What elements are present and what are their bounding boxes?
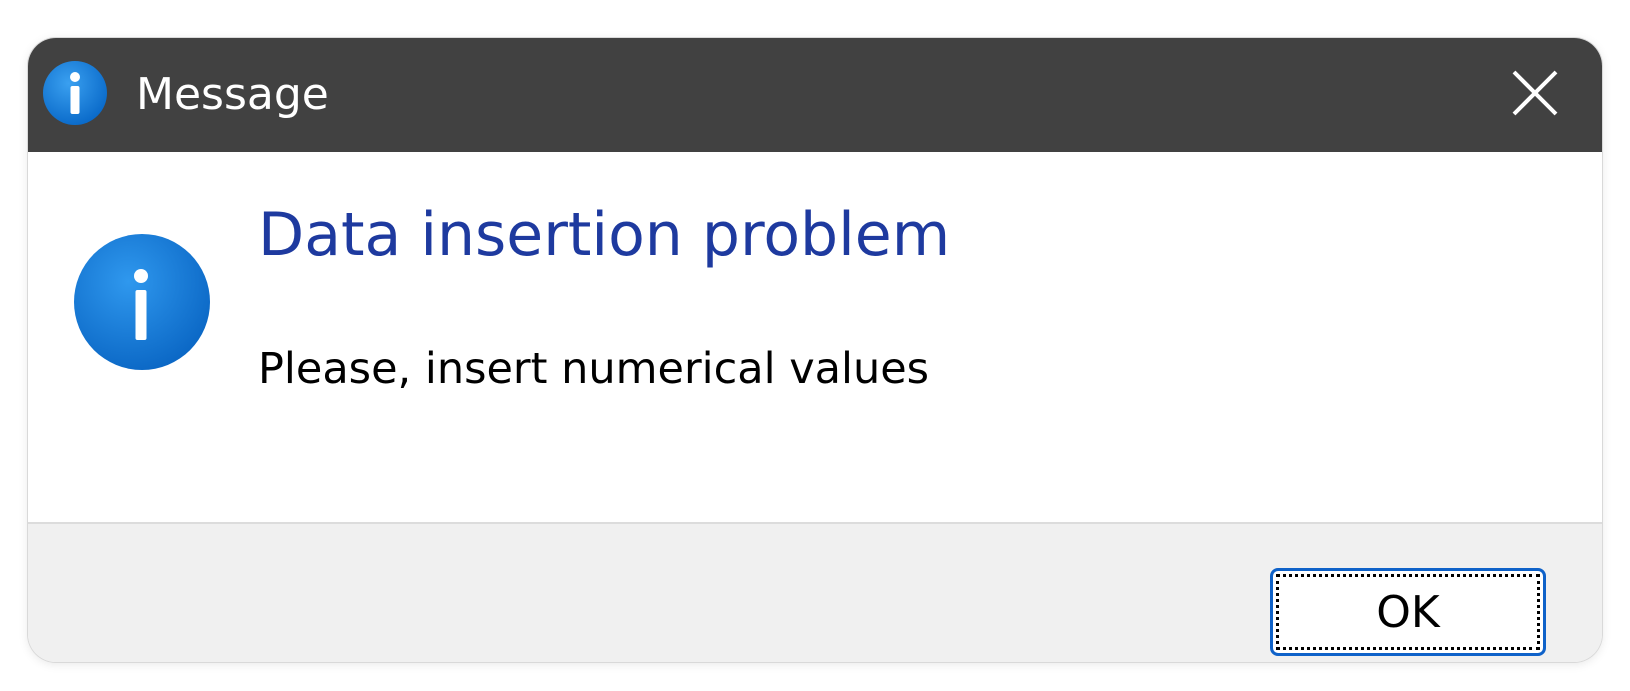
ok-button-label: OK	[1276, 574, 1540, 650]
info-icon	[42, 60, 108, 126]
dialog-footer: OK	[28, 522, 1602, 662]
close-button[interactable]	[1490, 50, 1580, 140]
close-icon	[1510, 68, 1560, 123]
dialog-heading: Data insertion problem	[258, 200, 951, 270]
ok-button[interactable]: OK	[1270, 568, 1546, 656]
dialog-content: Data insertion problem Please, insert nu…	[28, 152, 1602, 522]
info-icon	[72, 232, 212, 372]
message-dialog: Message Data insertion problem Please, i…	[28, 38, 1602, 662]
title-bar[interactable]: Message	[28, 38, 1602, 152]
dialog-message: Please, insert numerical values	[258, 344, 930, 394]
window-title: Message	[136, 69, 329, 120]
